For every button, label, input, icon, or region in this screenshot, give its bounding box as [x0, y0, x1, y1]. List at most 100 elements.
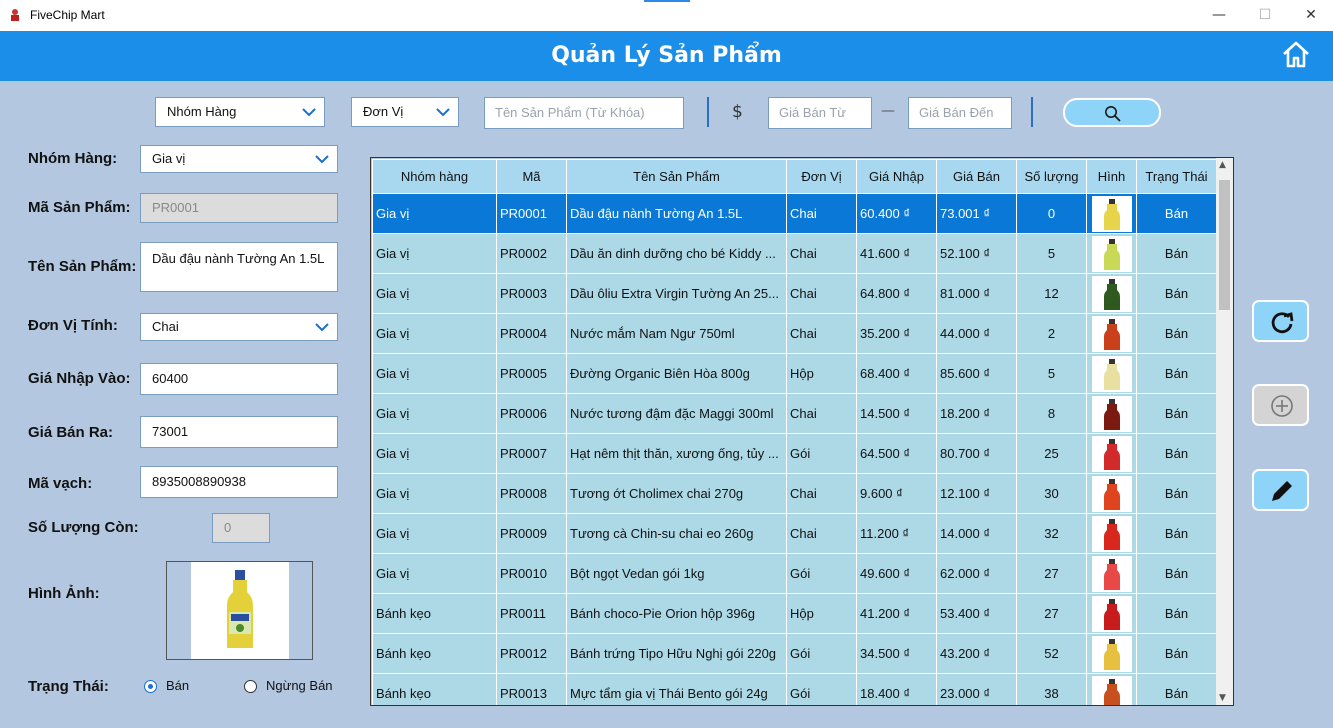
- table-row[interactable]: Gia vị PR0006 Nước tương đậm đặc Maggi 300…: [372, 393, 1217, 434]
- product-thumbnail: [1091, 315, 1132, 352]
- table-row[interactable]: Gia vị PR0003 Dầu ôliu Extra Virgin Tường …: [372, 273, 1217, 314]
- edit-button[interactable]: [1252, 469, 1309, 511]
- cell-status: Bán: [1136, 513, 1217, 554]
- range-dash: —: [881, 103, 895, 119]
- status-label: Trạng Thái:: [28, 678, 109, 695]
- cell-quantity: 27: [1016, 553, 1087, 594]
- table-row[interactable]: Gia vị PR0002 Dầu ăn dinh dưỡng cho bé Kid…: [372, 233, 1217, 274]
- unit-select-value: Chai: [152, 319, 179, 334]
- product-table[interactable]: Nhóm hàng Mã Tên Sản Phẩm Đơn Vị Giá Nhậ…: [370, 157, 1234, 706]
- product-image-box[interactable]: [166, 561, 313, 660]
- cell-sale-price: 23.000 ₫: [936, 673, 1017, 705]
- table-row[interactable]: Gia vị PR0005 Đường Organic Biên Hòa 800g H…: [372, 353, 1217, 394]
- table-row[interactable]: Gia vị PR0004 Nước mắm Nam Ngư 750ml Chai 35…: [372, 313, 1217, 354]
- scrollbar-thumb[interactable]: [1219, 180, 1230, 310]
- search-button[interactable]: [1063, 98, 1161, 127]
- product-thumbnail: [1091, 275, 1132, 312]
- cell-sale-price: 52.100 ₫: [936, 233, 1017, 274]
- col-header-group[interactable]: Nhóm hàng: [372, 159, 497, 194]
- unit-select[interactable]: Chai: [140, 313, 338, 341]
- col-header-quantity[interactable]: Số lượng: [1016, 159, 1087, 194]
- product-thumbnail: [1091, 195, 1132, 232]
- maximize-button[interactable]: ☐: [1242, 0, 1288, 31]
- home-icon[interactable]: [1281, 39, 1311, 69]
- cell-code: PR0005: [496, 353, 567, 394]
- cell-image: [1086, 633, 1137, 674]
- cell-import-price: 41.200 ₫: [856, 593, 937, 634]
- cell-status: Bán: [1136, 633, 1217, 674]
- product-name-input[interactable]: Dầu đậu nành Tường An 1.5L: [140, 242, 338, 292]
- currency-icon: $: [732, 102, 743, 122]
- cell-code: PR0002: [496, 233, 567, 274]
- group-select[interactable]: Gia vị: [140, 145, 338, 173]
- cell-unit: Gói: [786, 553, 857, 594]
- col-header-name[interactable]: Tên Sản Phẩm: [566, 159, 787, 194]
- search-icon: [1105, 106, 1121, 122]
- col-header-image[interactable]: Hình: [1086, 159, 1137, 194]
- add-icon: [1271, 395, 1293, 417]
- cell-status: Bán: [1136, 353, 1217, 394]
- filter-divider: [1031, 97, 1033, 127]
- status-on-radio[interactable]: Bán: [144, 678, 189, 694]
- chevron-down-icon: [436, 108, 450, 117]
- cell-import-price: 41.600 ₫: [856, 233, 937, 274]
- cell-status: Bán: [1136, 433, 1217, 474]
- cell-status: Bán: [1136, 553, 1217, 594]
- cell-quantity: 38: [1016, 673, 1087, 705]
- cell-unit: Chai: [786, 393, 857, 434]
- table-row[interactable]: Gia vị PR0008 Tương ớt Cholimex chai 270g C…: [372, 473, 1217, 514]
- cell-sale-price: 44.000 ₫: [936, 313, 1017, 354]
- barcode-input[interactable]: 8935008890938: [140, 466, 338, 498]
- price-to-input[interactable]: Giá Bán Đến: [908, 97, 1012, 129]
- table-row[interactable]: Gia vị PR0009 Tương cà Chin-su chai eo 260…: [372, 513, 1217, 554]
- col-header-status[interactable]: Trạng Thái: [1136, 159, 1217, 194]
- scroll-up-icon[interactable]: ▲: [1219, 160, 1226, 170]
- cell-code: PR0010: [496, 553, 567, 594]
- col-header-code[interactable]: Mã: [496, 159, 567, 194]
- minimize-button[interactable]: —: [1196, 0, 1242, 31]
- cell-image: [1086, 593, 1137, 634]
- cell-sale-price: 14.000 ₫: [936, 513, 1017, 554]
- cell-unit: Hộp: [786, 593, 857, 634]
- sale-price-input[interactable]: 73001: [140, 416, 338, 448]
- quantity-input[interactable]: 0: [212, 513, 270, 543]
- table-scrollbar[interactable]: ▲ ▼: [1216, 158, 1233, 705]
- add-button[interactable]: [1252, 384, 1309, 426]
- cell-unit: Chai: [786, 313, 857, 354]
- table-row[interactable]: Gia vị PR0007 Hạt nêm thịt thăn, xương ống…: [372, 433, 1217, 474]
- unit-label: Đơn Vị Tính:: [28, 317, 118, 334]
- group-filter-select[interactable]: Nhóm Hàng: [155, 97, 325, 127]
- import-price-input[interactable]: 60400: [140, 363, 338, 395]
- cell-import-price: 49.600 ₫: [856, 553, 937, 594]
- status-off-label: Ngừng Bán: [266, 678, 333, 693]
- price-from-input[interactable]: Giá Bán Từ: [768, 97, 872, 129]
- product-name-search-input[interactable]: Tên Sản Phẩm (Từ Khóa): [484, 97, 684, 129]
- table-row[interactable]: Gia vị PR0001 Dầu đậu nành Tường An 1.5L Ch…: [372, 193, 1217, 234]
- cell-unit: Gói: [786, 433, 857, 474]
- cell-name: Tương ớt Cholimex chai 270g: [566, 473, 787, 514]
- product-code-input[interactable]: PR0001: [140, 193, 338, 223]
- cell-quantity: 5: [1016, 353, 1087, 394]
- scroll-down-icon[interactable]: ▼: [1219, 693, 1226, 703]
- cell-code: PR0004: [496, 313, 567, 354]
- cell-name: Dầu ôliu Extra Virgin Tường An 25...: [566, 273, 787, 314]
- group-select-value: Gia vị: [152, 151, 186, 166]
- cell-quantity: 0: [1016, 193, 1087, 234]
- table-row[interactable]: Bánh kẹo PR0011 Bánh choco-Pie Orion hộp 3…: [372, 593, 1217, 634]
- close-button[interactable]: ✕: [1288, 0, 1333, 31]
- col-header-sale-price[interactable]: Giá Bán: [936, 159, 1017, 194]
- cell-name: Bánh choco-Pie Orion hộp 396g: [566, 593, 787, 634]
- refresh-button[interactable]: [1252, 300, 1309, 342]
- group-filter-value: Nhóm Hàng: [167, 104, 237, 119]
- cell-code: PR0006: [496, 393, 567, 434]
- table-row[interactable]: Bánh kẹo PR0012 Bánh trứng Tipo Hữu Nghị g…: [372, 633, 1217, 674]
- table-row[interactable]: Bánh kẹo PR0013 Mực tẩm gia vị Thái Bento …: [372, 673, 1217, 705]
- table-row[interactable]: Gia vị PR0010 Bột ngọt Vedan gói 1kg Gói 49.…: [372, 553, 1217, 594]
- unit-filter-select[interactable]: Đơn Vị: [351, 97, 459, 127]
- status-off-radio[interactable]: Ngừng Bán: [244, 678, 333, 694]
- col-header-unit[interactable]: Đơn Vị: [786, 159, 857, 194]
- col-header-import-price[interactable]: Giá Nhập: [856, 159, 937, 194]
- cell-status: Bán: [1136, 593, 1217, 634]
- table-header-row: Nhóm hàng Mã Tên Sản Phẩm Đơn Vị Giá Nhậ…: [372, 159, 1217, 194]
- cell-image: [1086, 393, 1137, 434]
